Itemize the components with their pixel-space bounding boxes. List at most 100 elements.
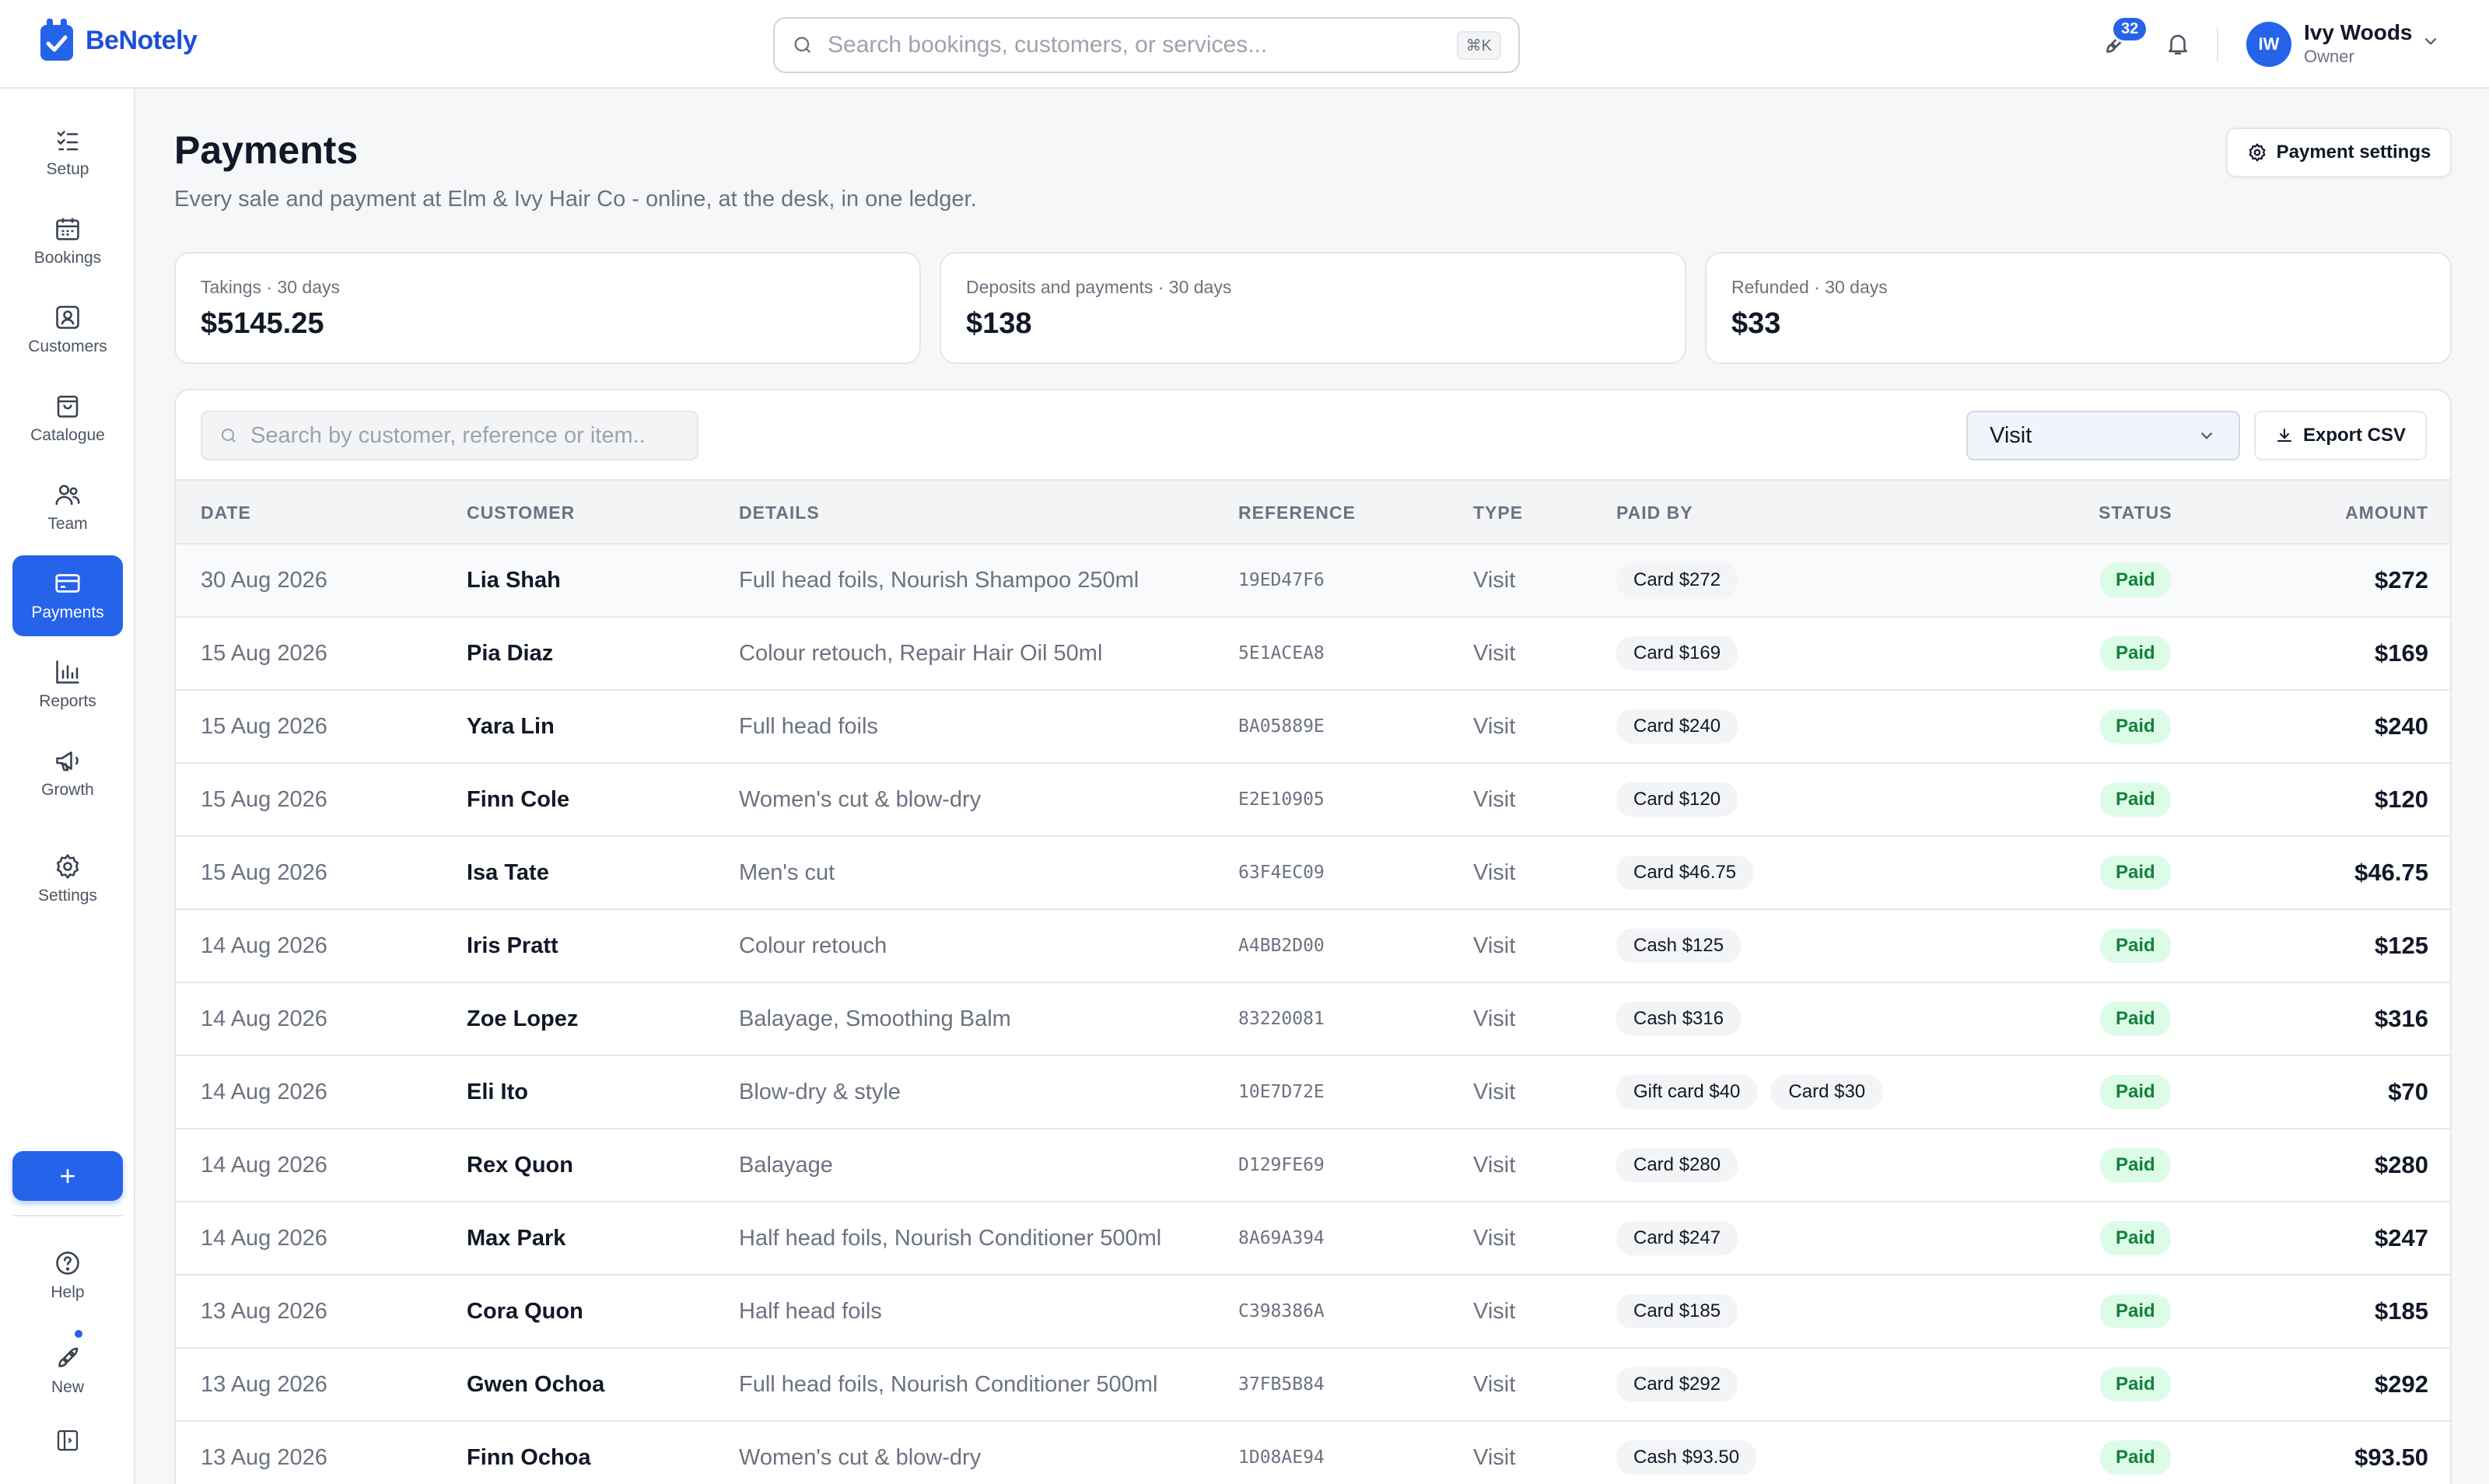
customer-cell[interactable]: Gwen Ochoa xyxy=(467,1349,604,1420)
customer-cell[interactable]: Pia Diaz xyxy=(467,618,553,689)
column-header-details[interactable]: DETAILS xyxy=(739,502,820,523)
column-header-date[interactable]: DATE xyxy=(201,502,251,523)
team-icon xyxy=(55,485,80,506)
megaphone-icon xyxy=(56,751,79,772)
sidebar-item-setup[interactable]: Setup xyxy=(12,112,123,193)
sidebar-item-label: Settings xyxy=(38,887,97,905)
amount-cell: $240 xyxy=(2375,712,2428,740)
column-header-customer[interactable]: CUSTOMER xyxy=(467,502,575,523)
global-search[interactable]: Search bookings, customers, or services.… xyxy=(773,17,1520,73)
calendar-icon xyxy=(56,218,79,240)
status-cell: Paid xyxy=(2100,1129,2171,1201)
stat-label: Refunded · 30 days xyxy=(1731,277,1888,297)
customer-cell[interactable]: Finn Ochoa xyxy=(467,1422,591,1484)
customer-cell[interactable]: Rex Quon xyxy=(467,1129,573,1201)
sidebar-item-catalogue[interactable]: Catalogue xyxy=(12,378,123,459)
details-cell: Men's cut xyxy=(739,859,835,885)
table-row[interactable]: 15 Aug 2026 Finn Cole Women's cut & blow-d… xyxy=(176,764,2450,837)
table-row[interactable]: 13 Aug 2026 Cora Quon Half head foils C3983… xyxy=(176,1276,2450,1349)
sidebar-item-help[interactable]: Help xyxy=(12,1235,123,1316)
customer-cell[interactable]: Yara Lin xyxy=(467,691,555,762)
stat-card-refunded: Refunded · 30 days $33 xyxy=(1705,252,2452,364)
status-cell: Paid xyxy=(2100,544,2171,616)
status-cell: Paid xyxy=(2100,764,2171,835)
sidebar-item-team[interactable]: Team xyxy=(12,467,123,548)
stat-value: $138 xyxy=(966,307,1032,340)
column-header-type[interactable]: TYPE xyxy=(1473,502,1523,523)
sidebar-item-new[interactable]: New xyxy=(12,1330,123,1411)
reference-cell: 37FB5B84 xyxy=(1238,1374,1325,1395)
date-cell: 14 Aug 2026 xyxy=(201,1079,327,1104)
status-badge: Paid xyxy=(2100,1148,2171,1182)
sidebar-item-label: Catalogue xyxy=(30,426,105,444)
payment-method-chip: Card $240 xyxy=(1616,709,1738,744)
sidebar-item-bookings[interactable]: Bookings xyxy=(12,201,123,282)
app-logo[interactable]: BeNotely xyxy=(37,17,198,64)
date-cell: 14 Aug 2026 xyxy=(201,1225,327,1251)
sidebar-item-growth[interactable]: Growth xyxy=(12,733,123,814)
reference-cell: A4BB2D00 xyxy=(1238,936,1325,956)
column-header-reference[interactable]: REFERENCE xyxy=(1238,502,1356,523)
reference-cell: 8A69A394 xyxy=(1238,1228,1325,1248)
customer-cell[interactable]: Zoe Lopez xyxy=(467,983,578,1055)
payment-settings-button[interactable]: Payment settings xyxy=(2226,128,2452,177)
search-icon xyxy=(794,37,811,54)
paid-by-cell: Card $185 xyxy=(1616,1276,1738,1347)
table-search-input[interactable]: Search by customer, reference or item.. xyxy=(201,411,698,460)
table-row[interactable]: 14 Aug 2026 Eli Ito Blow-dry & style 10E7D7… xyxy=(176,1056,2450,1129)
paid-by-cell: Card $280 xyxy=(1616,1129,1738,1201)
sidebar-item-customers[interactable]: Customers xyxy=(12,289,123,370)
page-title: Payments xyxy=(174,128,359,172)
customer-cell[interactable]: Max Park xyxy=(467,1202,565,1274)
date-cell: 13 Aug 2026 xyxy=(201,1371,327,1397)
table-row[interactable]: 14 Aug 2026 Rex Quon Balayage D129FE69 Visit… xyxy=(176,1129,2450,1202)
credit-card-icon xyxy=(55,574,80,593)
sidebar-item-reports[interactable]: Reports xyxy=(12,644,123,725)
bar-chart-icon xyxy=(56,660,79,684)
table-row[interactable]: 14 Aug 2026 Max Park Half head foils, Nour… xyxy=(176,1202,2450,1276)
customer-cell[interactable]: Lia Shah xyxy=(467,544,561,616)
paid-by-cell: Card $120 xyxy=(1616,764,1738,835)
sidebar-item-label: Growth xyxy=(41,781,94,799)
customer-cell[interactable]: Isa Tate xyxy=(467,837,549,908)
details-cell: Balayage, Smoothing Balm xyxy=(739,1006,1011,1031)
sidebar-item-label: Bookings xyxy=(33,249,102,267)
sidebar-item-settings[interactable]: Settings xyxy=(12,838,123,919)
sidebar-item-label: Setup xyxy=(46,160,89,178)
payment-settings-label: Payment settings xyxy=(2276,142,2431,163)
status-badge: Paid xyxy=(2100,709,2171,744)
export-csv-button[interactable]: Export CSV xyxy=(2254,411,2427,460)
table-row[interactable]: 14 Aug 2026 Iris Pratt Colour retouch A4BB2… xyxy=(176,910,2450,983)
notification-count-badge: 32 xyxy=(2111,16,2149,43)
date-cell: 14 Aug 2026 xyxy=(201,1006,327,1031)
customer-cell[interactable]: Finn Cole xyxy=(467,764,569,835)
user-name[interactable]: Ivy Woods xyxy=(2304,20,2413,45)
table-row[interactable]: 14 Aug 2026 Zoe Lopez Balayage, Smoothing … xyxy=(176,983,2450,1056)
customer-cell[interactable]: Cora Quon xyxy=(467,1276,583,1347)
user-menu-toggle[interactable] xyxy=(2421,31,2441,55)
collapse-sidebar-button[interactable] xyxy=(12,1411,123,1470)
table-row[interactable]: 15 Aug 2026 Yara Lin Full head foils BA0588… xyxy=(176,691,2450,764)
checklist-icon xyxy=(57,131,79,151)
table-row[interactable]: 15 Aug 2026 Pia Diaz Colour retouch, Repai… xyxy=(176,618,2450,691)
customer-cell[interactable]: Eli Ito xyxy=(467,1056,528,1128)
type-filter-select[interactable]: Visit xyxy=(1966,411,2240,460)
type-cell: Visit xyxy=(1473,1444,1516,1470)
status-cell: Paid xyxy=(2100,1056,2171,1128)
avatar[interactable]: IW xyxy=(2246,22,2291,67)
quick-add-button[interactable]: + xyxy=(12,1151,123,1201)
column-header-paid-by[interactable]: PAID BY xyxy=(1616,502,1693,523)
table-row[interactable]: 13 Aug 2026 Finn Ochoa Women's cut & blow-… xyxy=(176,1422,2450,1484)
column-header-status[interactable]: STATUS xyxy=(2099,502,2172,523)
type-cell: Visit xyxy=(1473,786,1516,812)
table-row[interactable]: 30 Aug 2026 Lia Shah Full head foils, Nour… xyxy=(176,544,2450,618)
type-cell: Visit xyxy=(1473,713,1516,739)
column-header-amount[interactable]: AMOUNT xyxy=(2345,502,2428,523)
sidebar-item-payments[interactable]: Payments xyxy=(12,555,123,636)
notifications-button[interactable] xyxy=(2161,26,2195,61)
table-row[interactable]: 13 Aug 2026 Gwen Ochoa Full head foils, No… xyxy=(176,1349,2450,1422)
sidebar-item-label: Help xyxy=(51,1283,85,1301)
table-row[interactable]: 15 Aug 2026 Isa Tate Men's cut 63F4EC09 Visi… xyxy=(176,837,2450,910)
type-cell: Visit xyxy=(1473,933,1516,958)
customer-cell[interactable]: Iris Pratt xyxy=(467,910,558,982)
